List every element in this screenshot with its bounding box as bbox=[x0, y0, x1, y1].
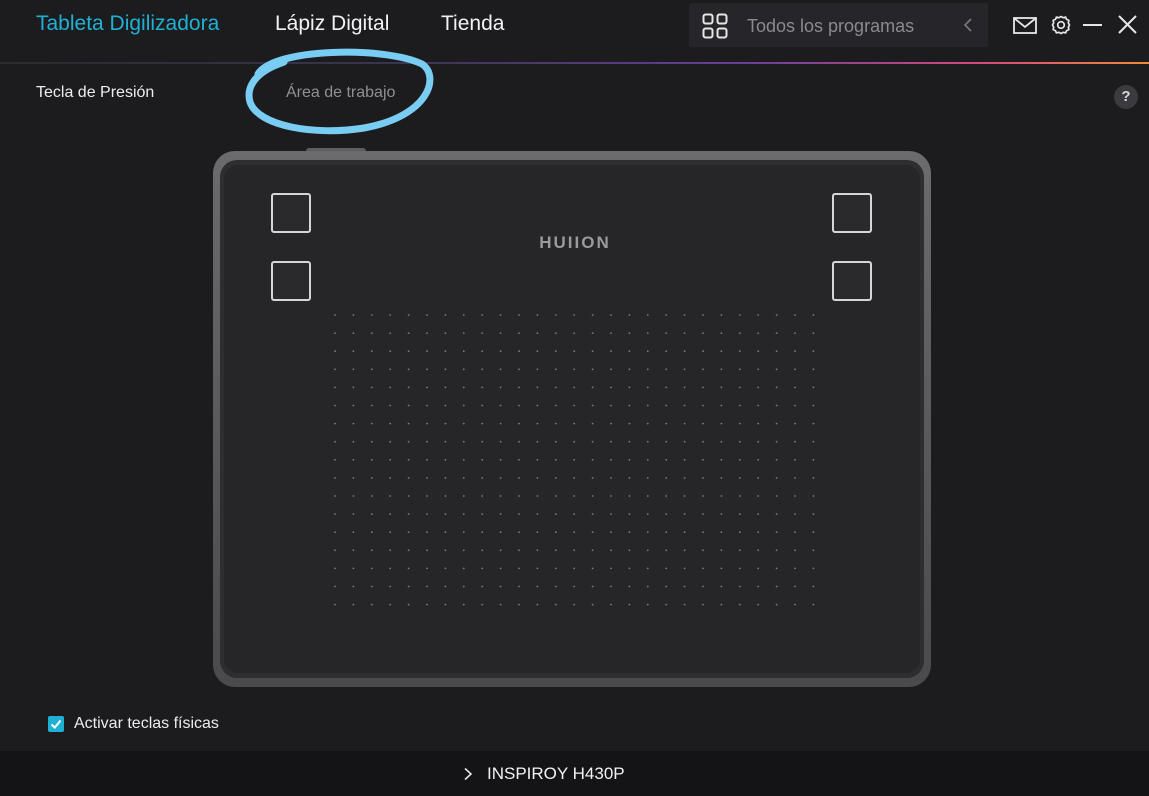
tablet-illustration: HUIION bbox=[213, 148, 931, 687]
physical-keys-label: Activar teclas físicas bbox=[74, 715, 219, 732]
tab-store[interactable]: Tienda bbox=[441, 12, 504, 36]
chevron-right-icon bbox=[464, 767, 473, 781]
tab-pen[interactable]: Lápiz Digital bbox=[275, 12, 389, 36]
grid-icon bbox=[702, 13, 728, 39]
app-header: Tableta Digilizadora Lápiz Digital Tiend… bbox=[0, 0, 1149, 62]
device-name: INSPIROY H430P bbox=[487, 764, 625, 783]
program-selector-label: Todos los programas bbox=[747, 16, 915, 36]
device-footer: INSPIROY H430P bbox=[0, 751, 1149, 796]
subtab-pressure-keys[interactable]: Tecla de Presión bbox=[36, 84, 154, 102]
close-icon[interactable] bbox=[1115, 12, 1141, 38]
tablet-brand-logo: HUIION bbox=[539, 233, 611, 252]
program-selector[interactable]: Todos los programas bbox=[689, 3, 988, 47]
tab-tablet[interactable]: Tableta Digilizadora bbox=[36, 12, 219, 36]
subtab-work-area[interactable]: Área de trabajo bbox=[286, 84, 395, 102]
header-accent-line bbox=[0, 62, 1149, 64]
checkbox-checked-icon[interactable] bbox=[48, 716, 64, 732]
chevron-left-icon[interactable] bbox=[961, 16, 975, 34]
minimize-icon[interactable] bbox=[1080, 12, 1106, 38]
mail-icon[interactable] bbox=[1012, 12, 1038, 38]
help-button[interactable]: ? bbox=[1114, 85, 1138, 109]
gear-icon[interactable] bbox=[1048, 12, 1074, 38]
